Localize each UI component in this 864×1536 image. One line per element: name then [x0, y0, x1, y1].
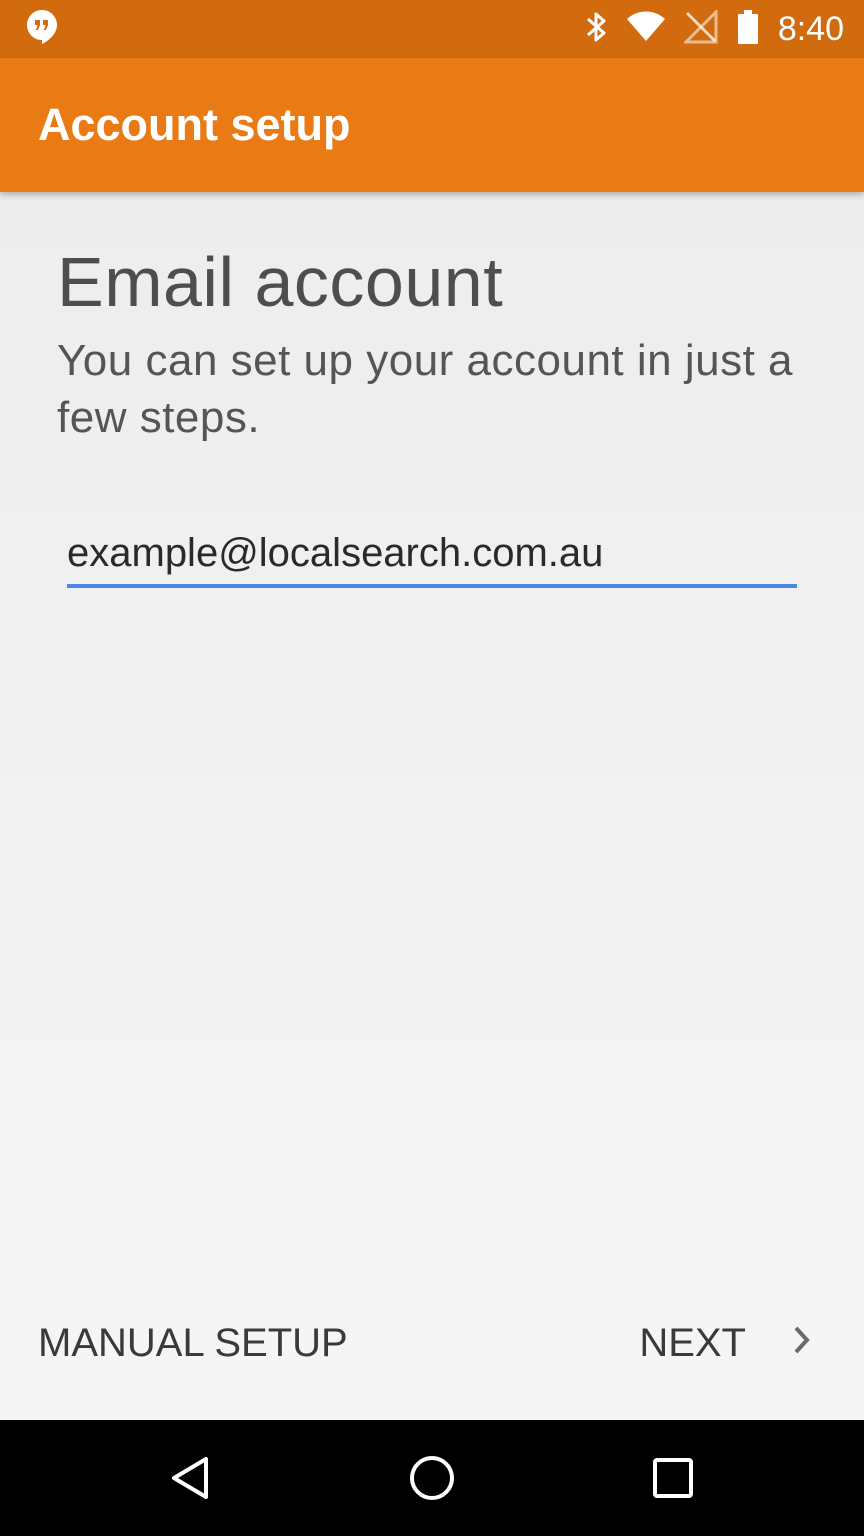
battery-icon	[736, 9, 760, 50]
no-signal-icon	[682, 7, 718, 49]
back-icon[interactable]	[146, 1433, 236, 1523]
next-label: NEXT	[639, 1320, 746, 1365]
email-field[interactable]	[67, 522, 797, 588]
navigation-bar	[0, 1420, 864, 1536]
footer-actions: MANUAL SETUP NEXT	[0, 1266, 864, 1420]
recents-icon[interactable]	[628, 1433, 718, 1523]
next-button[interactable]: NEXT	[639, 1321, 812, 1366]
page-title: Email account	[57, 243, 504, 321]
chevron-right-icon	[792, 1321, 812, 1366]
main-content: Email account You can set up your accoun…	[0, 192, 864, 1266]
status-bar: 8:40	[0, 0, 864, 58]
bluetooth-icon	[584, 9, 608, 50]
app-title: Account setup	[38, 99, 351, 150]
page-subtitle: You can set up your account in just a fe…	[57, 336, 794, 442]
status-time: 8:40	[777, 9, 844, 48]
wifi-icon	[626, 11, 666, 48]
hangouts-icon	[26, 9, 58, 50]
manual-setup-label: MANUAL SETUP	[38, 1320, 348, 1365]
home-icon[interactable]	[387, 1433, 477, 1523]
status-icons: 8:40	[584, 7, 844, 50]
app-bar: Account setup	[0, 58, 864, 192]
manual-setup-button[interactable]: MANUAL SETUP	[38, 1321, 348, 1366]
